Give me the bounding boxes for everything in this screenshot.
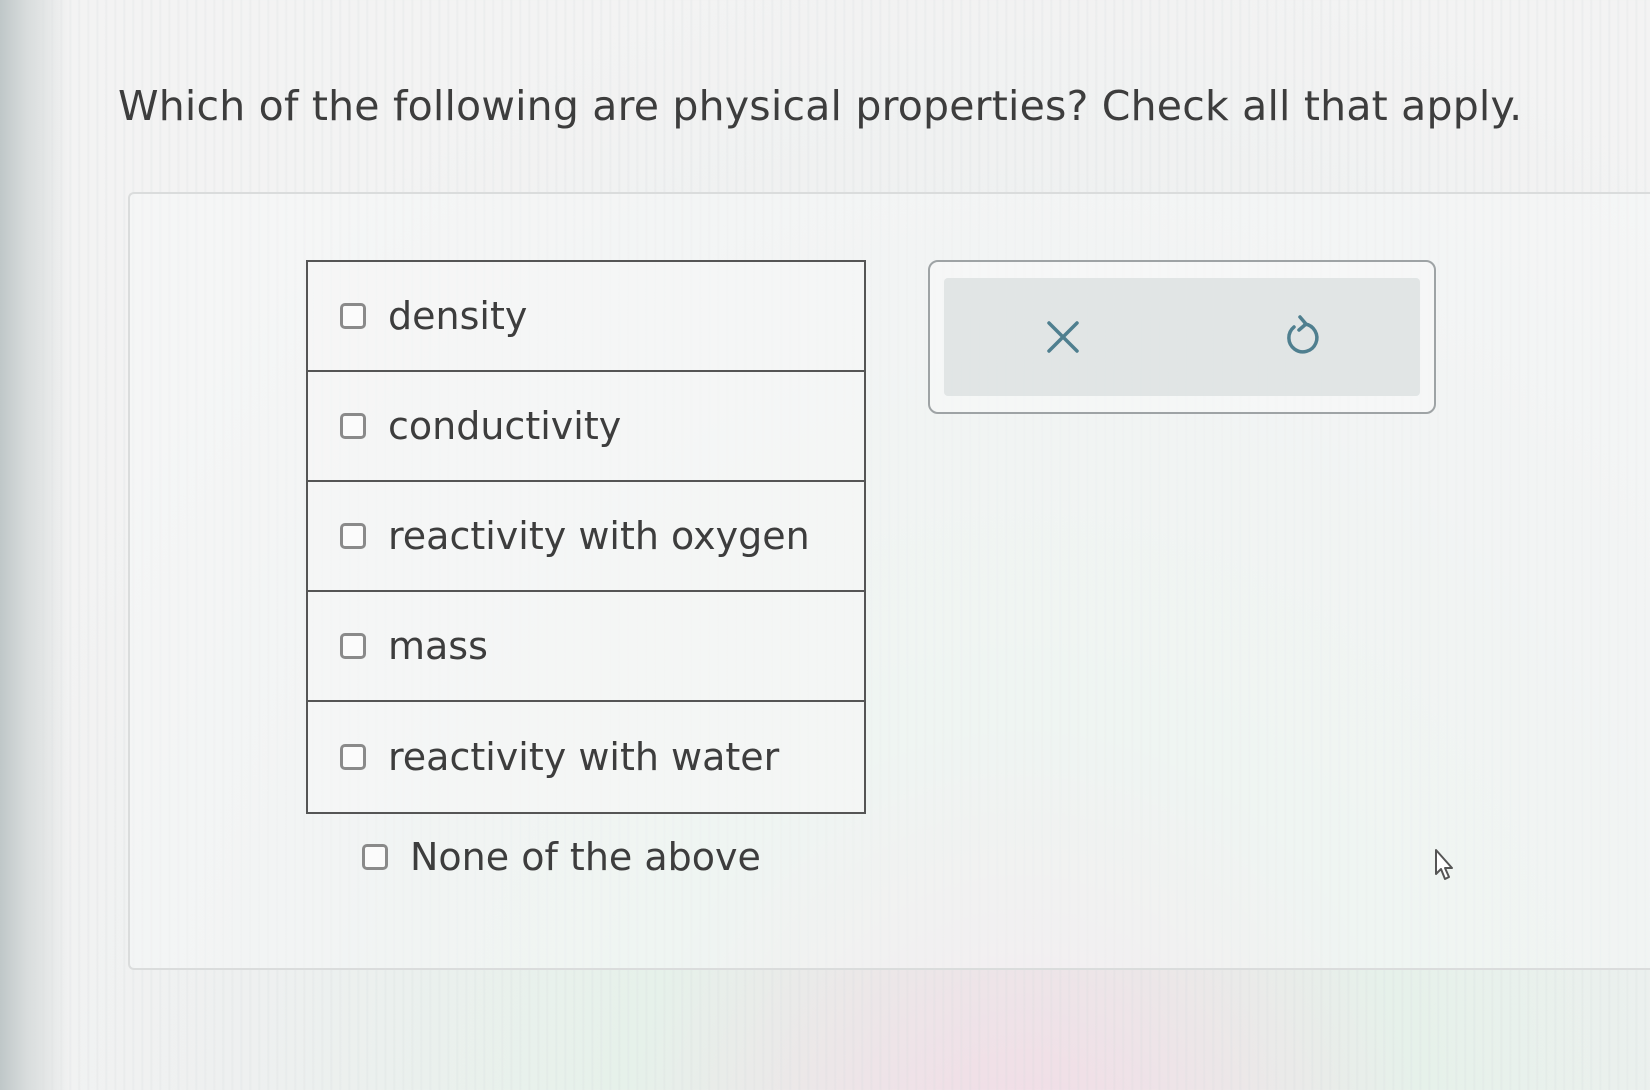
answer-actions [928,260,1436,414]
option-reactivity-with-oxygen[interactable]: reactivity with oxygen [308,482,864,592]
checkbox[interactable] [362,844,388,870]
option-mass[interactable]: mass [308,592,864,702]
option-label: None of the above [410,835,761,879]
options-list: density conductivity reactivity with oxy… [306,260,866,814]
action-bar [944,278,1420,396]
checkbox[interactable] [340,413,366,439]
option-label: reactivity with water [388,735,780,779]
option-reactivity-with-water[interactable]: reactivity with water [308,702,864,812]
clear-button[interactable] [944,278,1182,396]
option-density[interactable]: density [308,262,864,372]
option-none-of-the-above[interactable]: None of the above [362,835,761,879]
option-label: conductivity [388,404,622,448]
checkbox[interactable] [340,744,366,770]
undo-icon [1287,315,1319,354]
option-label: reactivity with oxygen [388,514,810,558]
question-prompt: Which of the following are physical prop… [118,82,1523,130]
option-label: mass [388,624,488,668]
checkbox[interactable] [340,303,366,329]
reset-button[interactable] [1182,278,1420,396]
screen-edge [0,0,70,1090]
option-label: density [388,294,528,338]
checkbox[interactable] [340,523,366,549]
checkbox[interactable] [340,633,366,659]
option-conductivity[interactable]: conductivity [308,372,864,482]
mouse-pointer-icon [1435,849,1453,880]
close-icon [1047,321,1079,353]
